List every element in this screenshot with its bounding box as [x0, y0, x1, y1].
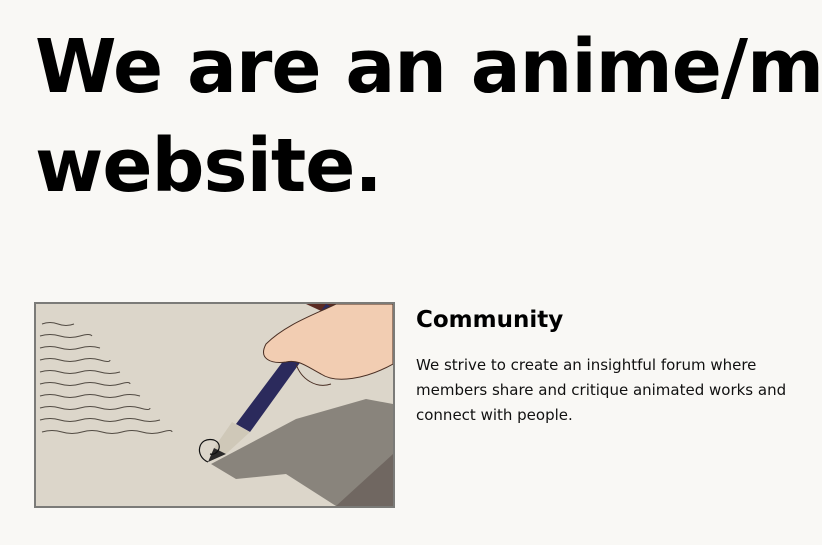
feature-title: Community: [416, 307, 564, 333]
community-image: [34, 302, 395, 508]
hero-heading-line-2: website.: [35, 123, 383, 209]
hero-heading: We are an anime/m website.: [35, 18, 822, 216]
feature-description: We strive to create an insightful forum …: [416, 356, 787, 424]
hand-writing-illustration: [36, 304, 393, 506]
hero-heading-line-1: We are an anime/m: [35, 24, 822, 110]
